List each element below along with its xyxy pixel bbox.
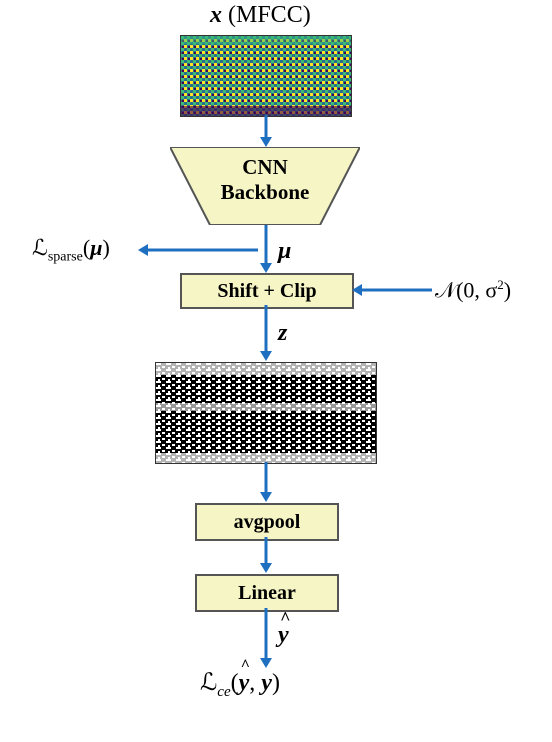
arrow-input-to-cnn [256,115,276,147]
arrow-linear-to-yhat [256,608,276,668]
mu-symbol: μ [278,238,291,265]
arrow-noise-to-shiftclip [352,280,432,300]
mfcc-spectrogram [180,35,352,117]
cnn-line2: Backbone [170,180,360,205]
linear-label: Linear [238,582,296,605]
cnn-backbone-label: CNN Backbone [170,155,360,205]
binary-feature-map [155,362,377,464]
arrow-shiftclip-to-z [256,305,276,361]
avgpool-block: avgpool [195,503,339,541]
input-label: x (MFCC) [210,2,311,29]
shift-clip-block: Shift + Clip [180,273,354,309]
arrow-cnn-to-mu [256,225,276,273]
input-annotation: (MFCC) [228,2,311,28]
avgpool-label: avgpool [234,511,301,534]
cnn-line1: CNN [170,155,360,180]
arrow-mu-to-sparse [138,240,258,260]
linear-block: Linear [195,574,339,612]
ce-loss-label: ℒce(y^, y) [200,668,280,701]
arrow-avgpool-to-linear [256,537,276,573]
shift-clip-label: Shift + Clip [217,280,316,303]
yhat-symbol: y^ [278,622,289,649]
z-symbol: z [278,320,287,347]
sparse-loss-label: ℒsparse(μ) [32,235,110,265]
arrow-binary-to-avgpool [256,462,276,502]
noise-label: 𝒩(0, σ2) [435,277,511,303]
input-symbol: x [210,2,222,28]
